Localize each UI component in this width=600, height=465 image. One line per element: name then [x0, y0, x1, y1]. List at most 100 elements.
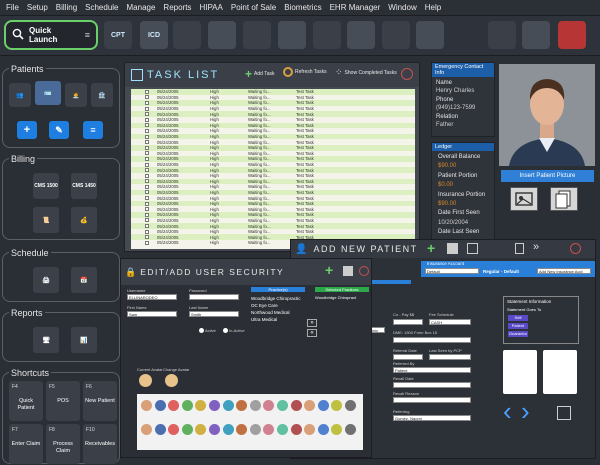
- table-row[interactable]: 05/24/2005 High Waiting fo... Test Task: [131, 206, 415, 212]
- gear-icon[interactable]: [522, 21, 550, 49]
- menu-item-help[interactable]: Help: [425, 3, 441, 12]
- task-checkbox[interactable]: [145, 218, 149, 223]
- avatar-option-icon[interactable]: [277, 424, 288, 435]
- table-row[interactable]: 05/24/2005 High Waiting fo... Test Task: [131, 122, 415, 129]
- task-checkbox[interactable]: [145, 235, 149, 240]
- menu-item-schedule[interactable]: Schedule: [85, 3, 118, 12]
- avatar-option-icon[interactable]: [236, 400, 248, 411]
- selected-practice-item[interactable]: Woodbridge Chiropract: [315, 292, 369, 300]
- avatar-option-icon[interactable]: [195, 424, 207, 435]
- export-icon[interactable]: [313, 21, 341, 49]
- task-checkbox[interactable]: [145, 117, 149, 122]
- referral-date-input[interactable]: [393, 354, 423, 360]
- menu-item-reports[interactable]: Reports: [163, 3, 191, 12]
- avatar-option-icon[interactable]: [209, 424, 220, 435]
- practice-item[interactable]: Ultra Medical: [251, 316, 305, 323]
- task-checkbox[interactable]: [145, 168, 149, 173]
- save-icon[interactable]: [557, 406, 571, 420]
- task-checkbox[interactable]: [145, 95, 149, 100]
- quick-launch-button[interactable]: Quick Launch ≡: [4, 20, 98, 50]
- table-row[interactable]: 05/24/2005 High Waiting fo... Test Task: [131, 139, 415, 145]
- user-shield-icon[interactable]: [243, 21, 271, 49]
- close-icon[interactable]: [401, 68, 413, 80]
- bank-icon[interactable]: [278, 21, 306, 49]
- monitor-icon[interactable]: [347, 21, 375, 49]
- plus-icon[interactable]: +: [427, 240, 435, 256]
- shortcut-enter-claim[interactable]: F7 Enter Claim: [9, 424, 43, 464]
- in-active-radio[interactable]: [223, 328, 228, 333]
- close-icon[interactable]: [570, 243, 581, 254]
- practice-item[interactable]: Northwood Medical: [251, 309, 305, 316]
- avatar-option-icon[interactable]: [290, 400, 302, 411]
- user-settings-icon[interactable]: [488, 21, 516, 49]
- shortcut-new-patient[interactable]: F6 New Patient: [83, 381, 117, 421]
- save-icon[interactable]: [343, 266, 353, 276]
- avatar-option-icon[interactable]: [263, 424, 275, 435]
- menu-item-window[interactable]: Window: [388, 3, 416, 12]
- task-checkbox[interactable]: [145, 184, 149, 189]
- practice-item[interactable]: Woodbridge Chiropractic: [251, 295, 305, 302]
- table-row[interactable]: 05/24/2005 High Waiting fo... Test Task: [131, 100, 415, 106]
- avatar-option-icon[interactable]: [195, 400, 207, 411]
- avatar-option-icon[interactable]: [331, 400, 343, 411]
- bar-chart-icon[interactable]: 📊: [71, 327, 97, 353]
- task-checkbox[interactable]: [145, 140, 149, 145]
- report-monitor-icon[interactable]: 🖥: [33, 327, 59, 353]
- table-row[interactable]: 05/24/2005 High Waiting fo... Test Task: [131, 200, 415, 207]
- task-checkbox[interactable]: [145, 196, 149, 201]
- avatar-option-icon[interactable]: [154, 424, 166, 435]
- patient-card-icon[interactable]: 🪪: [35, 81, 61, 105]
- scan-image-icon[interactable]: [510, 187, 538, 211]
- task-checkbox[interactable]: [145, 190, 149, 195]
- password-input[interactable]: [189, 294, 239, 300]
- username-input[interactable]: ELLINARODEO: [127, 294, 177, 300]
- avatar-option-icon[interactable]: [154, 400, 166, 411]
- dme-input[interactable]: [393, 337, 471, 343]
- chevron-right-icon[interactable]: ›: [521, 398, 530, 424]
- task-checkbox[interactable]: [145, 162, 149, 167]
- task-checkbox[interactable]: [145, 100, 149, 105]
- last-seen-pcp-input[interactable]: [429, 354, 471, 360]
- menu-item-point-of-sale[interactable]: Point of Sale: [231, 3, 276, 12]
- avatar-option-icon[interactable]: [317, 400, 329, 411]
- table-row[interactable]: 05/24/2005 High Waiting fo... Test Task: [131, 223, 415, 229]
- insurance-default-select[interactable]: Default: [425, 268, 479, 274]
- avatar-option-icon[interactable]: [249, 424, 261, 435]
- last-name-input[interactable]: Smith: [189, 311, 239, 317]
- task-checkbox[interactable]: [145, 212, 149, 217]
- plus-icon[interactable]: +: [325, 262, 333, 278]
- double-chevron-icon[interactable]: »: [533, 241, 539, 253]
- microscope-icon[interactable]: [208, 21, 236, 49]
- avatar-option-icon[interactable]: [141, 400, 152, 411]
- avatar-option-icon[interactable]: [331, 424, 343, 435]
- task-checkbox[interactable]: [145, 207, 149, 212]
- avatar-option-icon[interactable]: [304, 424, 316, 435]
- avatar-option-icon[interactable]: [181, 400, 193, 411]
- table-row[interactable]: 05/24/2005 High Waiting fo... Test Task: [131, 189, 415, 196]
- avatar-option-icon[interactable]: [181, 424, 193, 435]
- menu-item-setup[interactable]: Setup: [27, 3, 48, 12]
- avatar-option-icon[interactable]: [209, 400, 220, 411]
- menu-item-ehr-manager[interactable]: EHR Manager: [330, 3, 381, 12]
- table-row[interactable]: 05/24/2005 High Waiting fo... Test Task: [131, 156, 415, 162]
- avatar-option-icon[interactable]: [249, 400, 261, 411]
- avatar-option-icon[interactable]: [222, 400, 234, 411]
- table-row[interactable]: 05/24/2005 High Waiting fo... Test Task: [131, 229, 415, 235]
- doctor-icon[interactable]: 🧑‍⚕️: [65, 83, 87, 107]
- first-name-input[interactable]: Sam: [127, 311, 177, 317]
- table-row[interactable]: 05/24/2005 High Waiting fo... Test Task: [131, 212, 415, 218]
- avatar-option-icon[interactable]: [277, 400, 288, 411]
- avatar-option-icon[interactable]: [317, 424, 329, 435]
- task-checkbox[interactable]: [145, 123, 149, 128]
- cms-1450-button[interactable]: CMS 1450: [71, 173, 97, 199]
- bank-icon[interactable]: 🏦: [91, 83, 113, 107]
- table-row[interactable]: 05/24/2005 High Waiting fo... Test Task: [131, 218, 415, 224]
- printer-icon[interactable]: 🖨: [33, 267, 59, 293]
- cpt-icon[interactable]: CPT: [104, 21, 132, 49]
- self-button[interactable]: Self: [508, 315, 528, 321]
- avatar-option-icon[interactable]: [141, 424, 152, 435]
- cms-1500-button[interactable]: CMS 1500: [33, 173, 59, 199]
- shortcut-quick-patient[interactable]: F4 Quick Patient: [9, 381, 43, 421]
- task-checkbox[interactable]: [145, 112, 149, 117]
- close-icon[interactable]: [359, 266, 369, 276]
